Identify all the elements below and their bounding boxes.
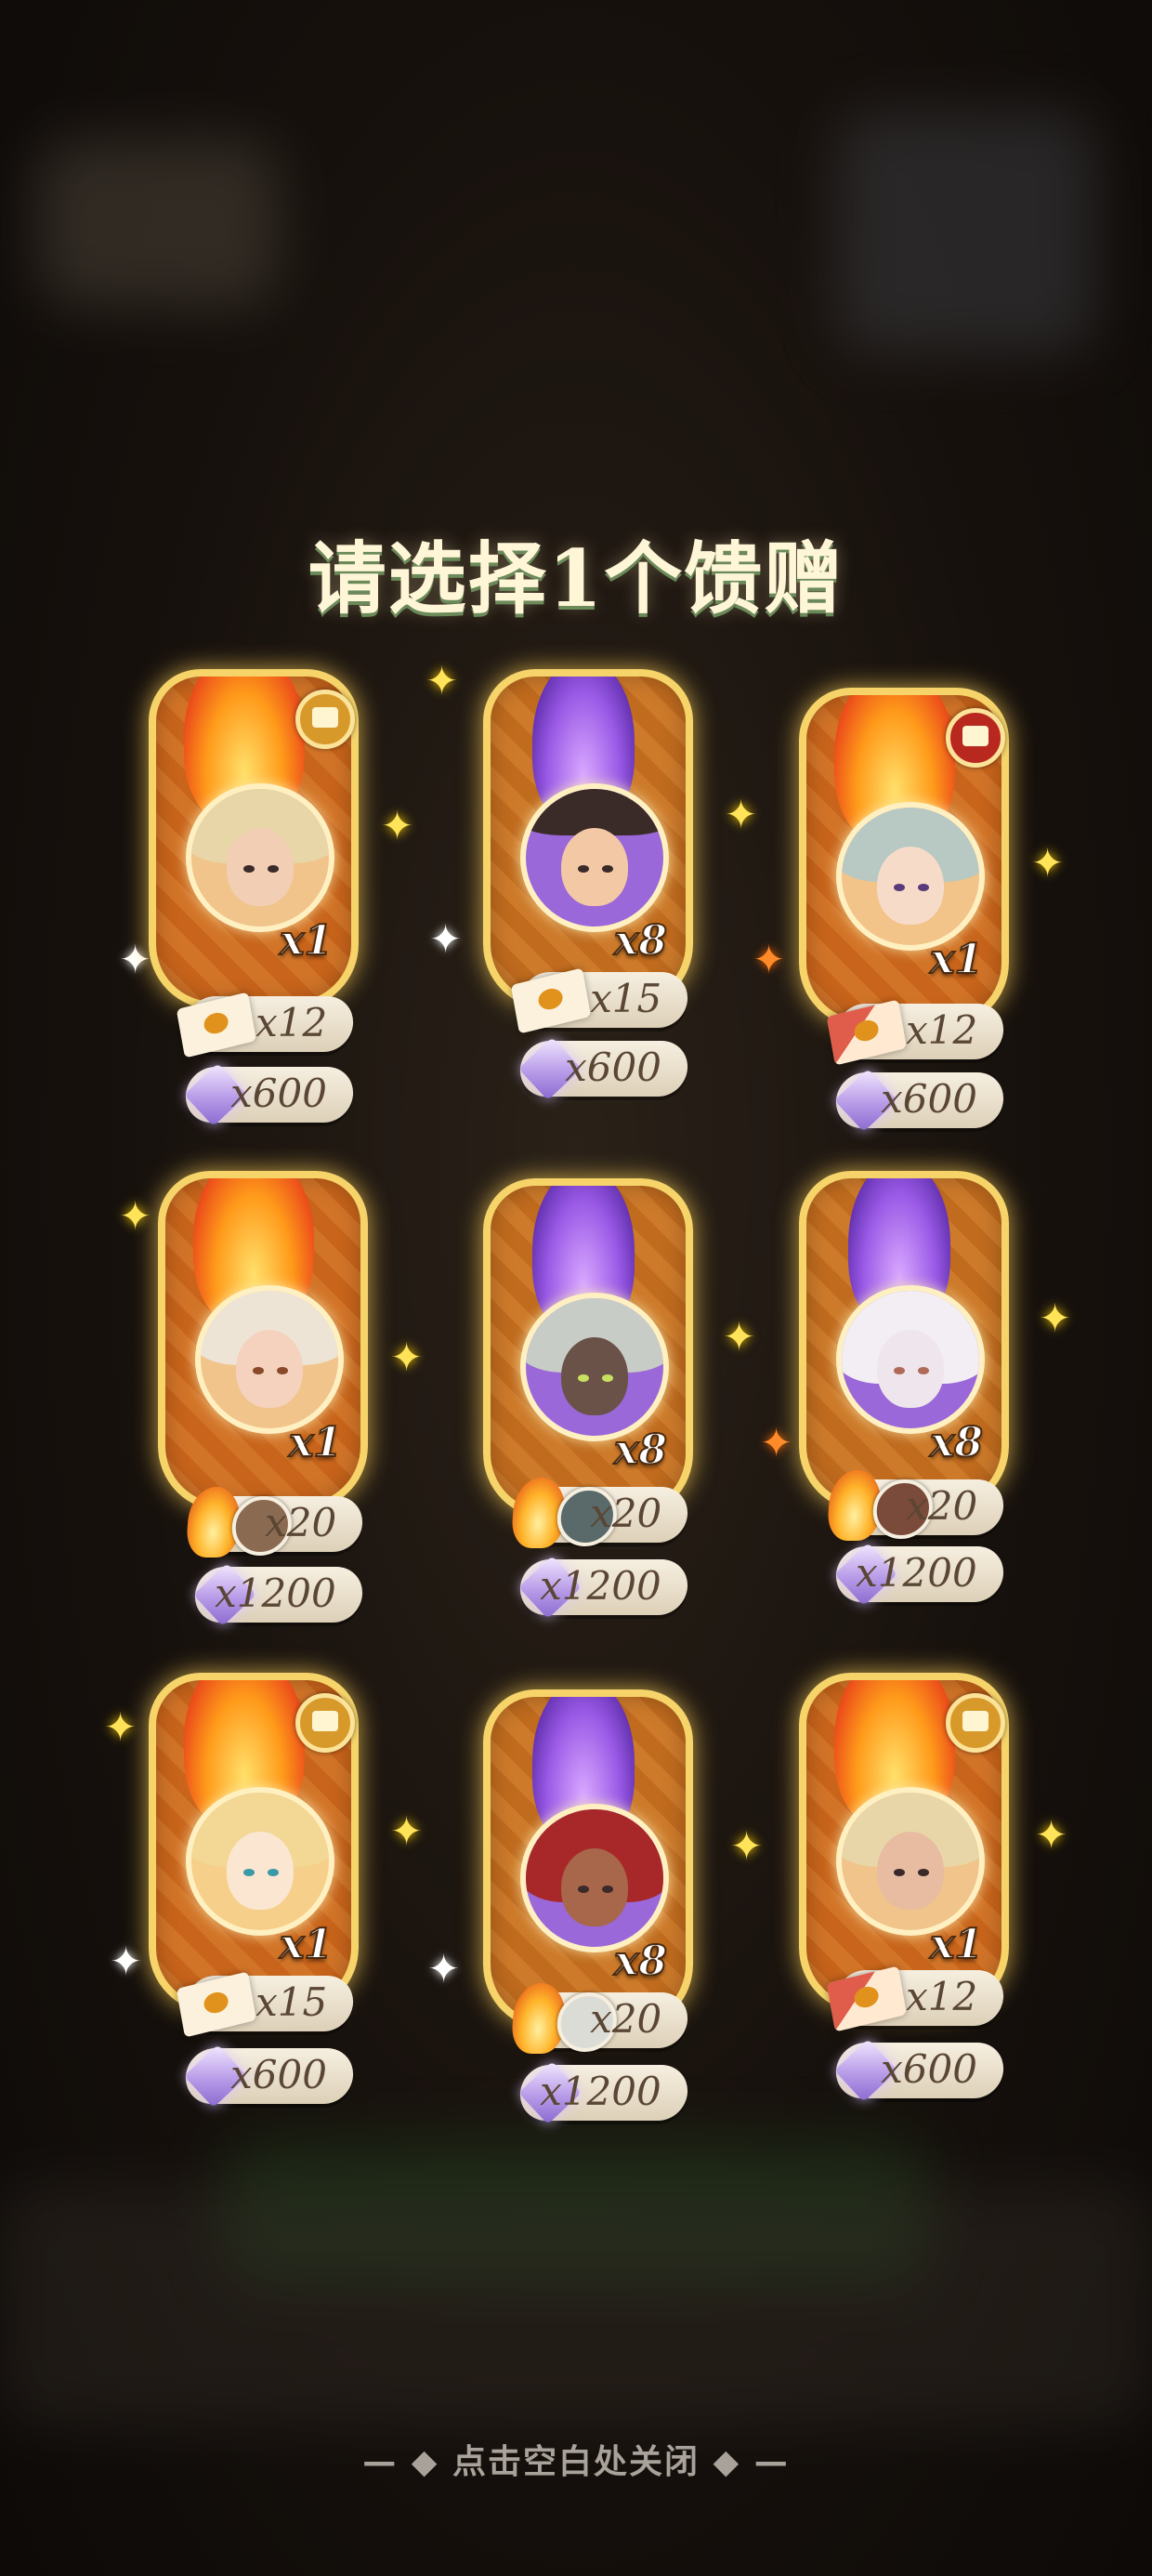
- hero-portrait: [520, 1804, 669, 1952]
- gift-option[interactable]: x1 x12 x600: [780, 1673, 1022, 2156]
- gift-option[interactable]: x1 x12 x600: [130, 669, 372, 1152]
- reward-amount: x20: [264, 1500, 337, 1545]
- red-badge-icon: [946, 708, 1005, 768]
- hero-quantity: x8: [613, 916, 668, 966]
- hero-card: x8: [483, 1689, 693, 2030]
- sparkle-icon: ✦: [427, 1946, 461, 1991]
- hero-card: x8: [483, 1178, 693, 1518]
- gift-option[interactable]: x1 x12 x600: [780, 688, 1022, 1171]
- reward-row: x12: [176, 992, 356, 1058]
- gift-option[interactable]: x8 x15 x600: [465, 669, 706, 1152]
- hero-card: x8: [799, 1171, 1009, 1511]
- reward-amount: x600: [881, 2046, 978, 2092]
- sparkle-icon: ✦: [390, 1808, 424, 1854]
- sparkle-icon: ✦: [429, 916, 463, 962]
- reward-amount: x600: [565, 1045, 662, 1090]
- reward-row: x600: [183, 2044, 356, 2108]
- reward-amount: x15: [589, 976, 662, 1021]
- reward-row: x1200: [517, 1556, 690, 1619]
- sparkle-icon: ✦: [1039, 1295, 1072, 1341]
- hero-portrait: [836, 1787, 985, 1936]
- hero-card: x1: [158, 1171, 368, 1511]
- sparkle-icon: ✦: [381, 803, 414, 848]
- reward-amount: x600: [230, 2052, 328, 2097]
- reward-amount: x12: [905, 1007, 978, 1053]
- reward-row: x1200: [833, 1543, 1006, 1606]
- close-hint-label: 点击空白处关闭: [452, 2443, 700, 2481]
- gold-badge-icon: [946, 1693, 1005, 1753]
- reward-row: x20: [185, 1487, 365, 1557]
- reward-row: x600: [183, 1063, 356, 1126]
- background-blur: [0, 2184, 1152, 2425]
- reward-amount: x1200: [856, 1550, 978, 1596]
- reward-row: x12: [826, 1965, 1006, 2032]
- sparkle-icon: ✦: [723, 1314, 756, 1360]
- sparkle-icon: ✦: [425, 658, 459, 703]
- background-blur: [37, 139, 279, 307]
- hero-quantity: x8: [929, 1418, 984, 1467]
- reward-amount: x12: [255, 1000, 328, 1045]
- hero-portrait: [520, 1293, 669, 1441]
- reward-amount: x20: [905, 1483, 978, 1529]
- gold-badge-icon: [295, 690, 355, 749]
- gift-option[interactable]: x8 x20 x1200: [780, 1171, 1022, 1654]
- reward-amount: x20: [589, 1491, 662, 1536]
- gift-option[interactable]: x8 x20 x1200: [465, 1689, 706, 2173]
- hero-quantity: x1: [929, 1920, 984, 1969]
- close-hint[interactable]: — ◆ 点击空白处关闭 ◆ —: [0, 2435, 1152, 2483]
- gift-option[interactable]: x1 x20 x1200: [139, 1171, 381, 1654]
- reward-row: x600: [833, 1069, 1006, 1132]
- reward-row: x15: [510, 967, 690, 1034]
- gift-option[interactable]: x1 x15 x600: [130, 1673, 372, 2156]
- reward-amount: x600: [230, 1071, 328, 1116]
- sparkle-icon: ✦: [390, 1334, 424, 1380]
- reward-amount: x1200: [540, 2069, 662, 2114]
- reward-amount: x1200: [540, 1563, 662, 1609]
- reward-row: x600: [833, 2039, 1006, 2102]
- sparkle-icon: ✦: [730, 1823, 764, 1869]
- reward-row: x20: [510, 1478, 690, 1548]
- hero-portrait: [520, 783, 669, 932]
- reward-row: x600: [517, 1037, 690, 1100]
- reward-row: x20: [826, 1470, 1006, 1541]
- hero-card: x8: [483, 669, 693, 1009]
- hero-quantity: x8: [613, 1426, 668, 1475]
- reward-amount: x20: [589, 1996, 662, 2042]
- hero-portrait: [186, 783, 334, 932]
- hero-quantity: x1: [288, 1418, 343, 1467]
- reward-row: x1200: [517, 2061, 690, 2124]
- gift-option[interactable]: x8 x20 x1200: [465, 1178, 706, 1662]
- gold-badge-icon: [295, 1693, 355, 1753]
- hero-quantity: x1: [279, 1920, 334, 1969]
- reward-row: x12: [826, 999, 1006, 1066]
- reward-amount: x600: [881, 1076, 978, 1122]
- hero-quantity: x1: [929, 935, 984, 984]
- reward-row: x20: [510, 1983, 690, 2054]
- sparkle-icon: ✦: [1035, 1812, 1068, 1858]
- decor-dash-right: ◆ —: [700, 2443, 790, 2481]
- reward-amount: x15: [255, 1979, 328, 2025]
- reward-row: x1200: [192, 1563, 365, 1626]
- hero-portrait: [836, 1285, 985, 1434]
- reward-amount: x12: [905, 1974, 978, 2019]
- page-title: 请选择1个馈赠: [308, 532, 844, 625]
- hero-portrait: [836, 802, 985, 951]
- reward-row: x15: [176, 1971, 356, 2038]
- background-blur: [836, 112, 1096, 353]
- hero-quantity: x1: [279, 916, 334, 966]
- hero-portrait: [195, 1285, 344, 1434]
- reward-amount: x1200: [215, 1571, 337, 1616]
- decor-dash-left: — ◆: [362, 2443, 452, 2481]
- sparkle-icon: ✦: [725, 792, 758, 837]
- hero-quantity: x8: [613, 1937, 668, 1986]
- hero-portrait: [186, 1787, 334, 1936]
- sparkle-icon: ✦: [1031, 840, 1065, 886]
